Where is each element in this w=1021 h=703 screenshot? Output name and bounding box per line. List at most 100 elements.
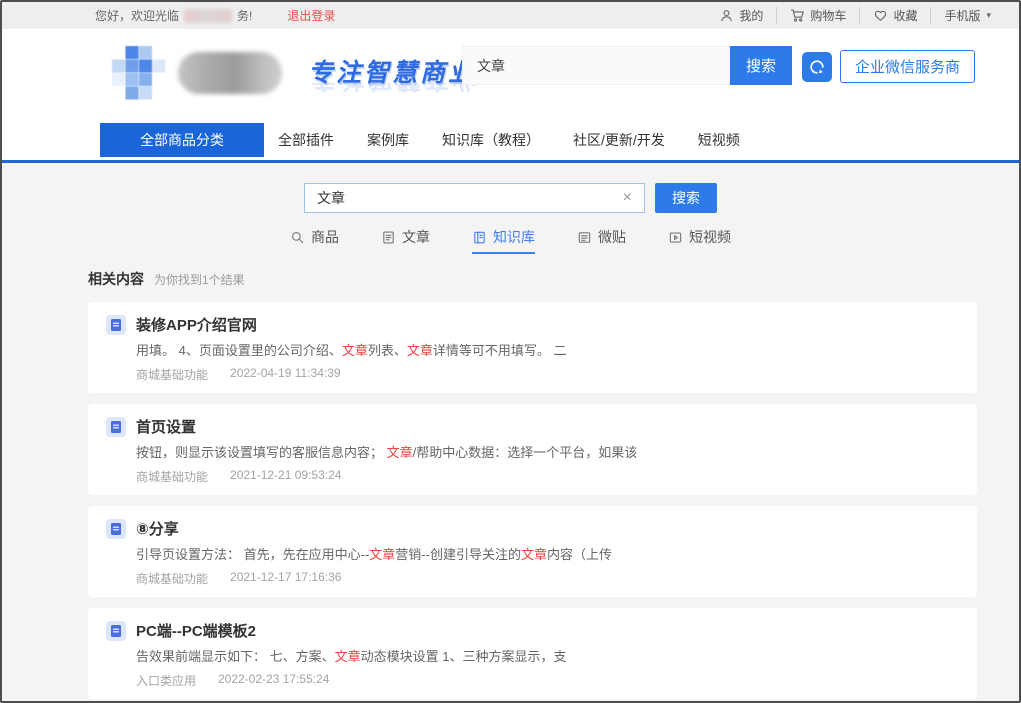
tab-label: 商品 [311, 227, 339, 247]
nav-item[interactable]: 短视频 [698, 130, 740, 150]
result-meta: 入口类应用 2022-02-23 17:55:24 [136, 672, 959, 689]
result-date: 2021-12-21 09:53:24 [230, 468, 341, 485]
topbar-links: 我的 购物车 收藏手机版▾ [706, 7, 991, 24]
result-category: 商城基础功能 [136, 366, 208, 383]
tab-label: 知识库 [493, 227, 535, 247]
result-date: 2021-12-17 17:16:36 [230, 570, 341, 587]
tab-knowledge[interactable]: 知识库 [472, 227, 535, 254]
document-icon [106, 519, 126, 539]
result-head: 装修APP介绍官网 [106, 314, 959, 335]
logo-mosaic-icon [112, 46, 166, 100]
result-date: 2022-04-19 11:34:39 [230, 366, 341, 383]
nav-item[interactable]: 社区/更新/开发 [573, 130, 665, 150]
topbar-link-label: 购物车 [810, 7, 846, 24]
nav-item[interactable]: 案例库 [367, 130, 409, 150]
logo-slogan-reflection: 专注智慧商业 [308, 83, 476, 99]
site-logo[interactable]: 专注智慧商业 专注智慧商业 [112, 46, 476, 100]
section-title: 相关内容 [88, 269, 144, 289]
article-icon [381, 230, 396, 245]
result-search-box: × [304, 183, 645, 213]
result-category: 入口类应用 [136, 672, 196, 689]
result-title[interactable]: 首页设置 [136, 416, 196, 437]
header-search-button[interactable]: 搜索 [730, 46, 792, 85]
result-meta: 商城基础功能 2022-04-19 11:34:39 [136, 366, 959, 383]
document-icon [106, 315, 126, 335]
section-subtitle: 为你找到1个结果 [154, 271, 245, 288]
result-search-input[interactable] [315, 189, 621, 207]
tab-label: 文章 [402, 227, 430, 247]
knowledge-icon [472, 230, 487, 245]
header-search: 搜索 [462, 46, 792, 85]
result-date: 2022-02-23 17:55:24 [218, 672, 329, 689]
result-meta: 商城基础功能 2021-12-21 09:53:24 [136, 468, 959, 485]
nav-item[interactable]: 全部插件 [278, 130, 334, 150]
result-desc: 引导页设置方法： 首先，先在应用中心--文章营销--创建引导关注的文章内容（上传 [136, 546, 959, 563]
result-desc: 告效果前端显示如下： 七、方案、文章动态模块设置 1、三种方案显示，支 [136, 648, 959, 665]
result-desc: 用填。 4、页面设置里的公司介绍、文章列表、文章详情等可不用填写。 二 [136, 342, 959, 359]
result-head: 首页设置 [106, 416, 959, 437]
keyword-highlight: 文章 [369, 547, 395, 562]
censored-brand-name [178, 52, 282, 94]
topbar-link[interactable]: 手机版▾ [930, 7, 991, 24]
result-tabs: 商品 文章 知识库 微贴 短视频 [2, 227, 1019, 254]
cart-icon [790, 8, 805, 23]
result-meta: 商城基础功能 2021-12-17 17:16:36 [136, 570, 959, 587]
result-card[interactable]: ⑧分享引导页设置方法： 首先，先在应用中心--文章营销--创建引导关注的文章内容… [88, 506, 977, 597]
search-icon [290, 230, 305, 245]
topbar-link[interactable]: 收藏 [859, 7, 930, 24]
video-icon [668, 230, 683, 245]
keyword-highlight: 文章 [521, 547, 547, 562]
result-title[interactable]: ⑧分享 [136, 518, 179, 539]
nav-item[interactable]: 知识库（教程） [442, 130, 540, 150]
topbar-link-label: 我的 [739, 7, 763, 24]
result-title[interactable]: PC端--PC端模板2 [136, 620, 256, 641]
main-nav: 全部商品分类全部插件 案例库 知识库（教程） 社区/更新/开发 短视频 [2, 119, 1019, 163]
result-title[interactable]: 装修APP介绍官网 [136, 314, 257, 335]
tab-label: 短视频 [689, 227, 731, 247]
results-list: 装修APP介绍官网用填。 4、页面设置里的公司介绍、文章列表、文章详情等可不用填… [88, 302, 977, 701]
topbar-link[interactable]: 购物车 [776, 7, 859, 24]
result-card[interactable]: PC端--PC端模板2 告效果前端显示如下： 七、方案、文章动态模块设置 1、三种… [88, 608, 977, 699]
result-search-button[interactable]: 搜索 [655, 183, 717, 213]
document-icon [106, 417, 126, 437]
censored-username [184, 9, 232, 23]
clear-icon[interactable]: × [621, 190, 634, 206]
wecom-chat-icon [802, 52, 832, 82]
nav-item[interactable]: 全部商品分类 [100, 123, 264, 157]
tab-article[interactable]: 文章 [381, 227, 430, 254]
tab-search[interactable]: 商品 [290, 227, 339, 254]
tab-video[interactable]: 短视频 [668, 227, 731, 254]
heart-icon [873, 8, 888, 23]
section-head: 相关内容 为你找到1个结果 [88, 269, 1019, 289]
tab-label: 微贴 [598, 227, 626, 247]
keyword-highlight: 文章 [335, 649, 361, 664]
result-head: ⑧分享 [106, 518, 959, 539]
greeting: 您好，欢迎光临 务! 退出登录 [95, 7, 335, 24]
document-icon [106, 621, 126, 641]
topbar-link[interactable]: 我的 [706, 7, 776, 24]
result-card[interactable]: 首页设置按钮，则显示该设置填写的客服信息内容； 文章/帮助中心数据：选择一个平台… [88, 404, 977, 495]
topbar-link-label: 收藏 [893, 7, 917, 24]
result-search: × 搜索 [2, 183, 1019, 213]
greeting-prefix: 您好，欢迎光临 [95, 7, 179, 24]
keyword-highlight: 文章 [342, 343, 368, 358]
result-category: 商城基础功能 [136, 468, 208, 485]
content-area: × 搜索 商品文章知识库微贴短视频 相关内容 为你找到1个结果 装修APP介绍官… [2, 163, 1019, 701]
greeting-suffix: 务! [237, 7, 252, 24]
wecom-label: 企业微信服务商 [840, 50, 975, 83]
keyword-highlight: 文章 [407, 343, 433, 358]
result-card[interactable]: 装修APP介绍官网用填。 4、页面设置里的公司介绍、文章列表、文章详情等可不用填… [88, 302, 977, 393]
logout-link[interactable]: 退出登录 [287, 7, 335, 24]
wecom-service-button[interactable]: 企业微信服务商 [802, 50, 975, 83]
result-desc: 按钮，则显示该设置填写的客服信息内容； 文章/帮助中心数据：选择一个平台，如果该 [136, 444, 959, 461]
header-search-input[interactable] [462, 46, 730, 85]
user-icon [719, 8, 734, 23]
chevron-down-icon: ▾ [986, 10, 991, 21]
tab-post[interactable]: 微贴 [577, 227, 626, 254]
post-icon [577, 230, 592, 245]
keyword-highlight: 文章 [387, 445, 413, 460]
result-head: PC端--PC端模板2 [106, 620, 959, 641]
result-category: 商城基础功能 [136, 570, 208, 587]
site-header: 专注智慧商业 专注智慧商业 搜索 企业微信服务商 [2, 29, 1019, 119]
logo-slogan-wrap: 专注智慧商业 专注智慧商业 [308, 46, 476, 100]
